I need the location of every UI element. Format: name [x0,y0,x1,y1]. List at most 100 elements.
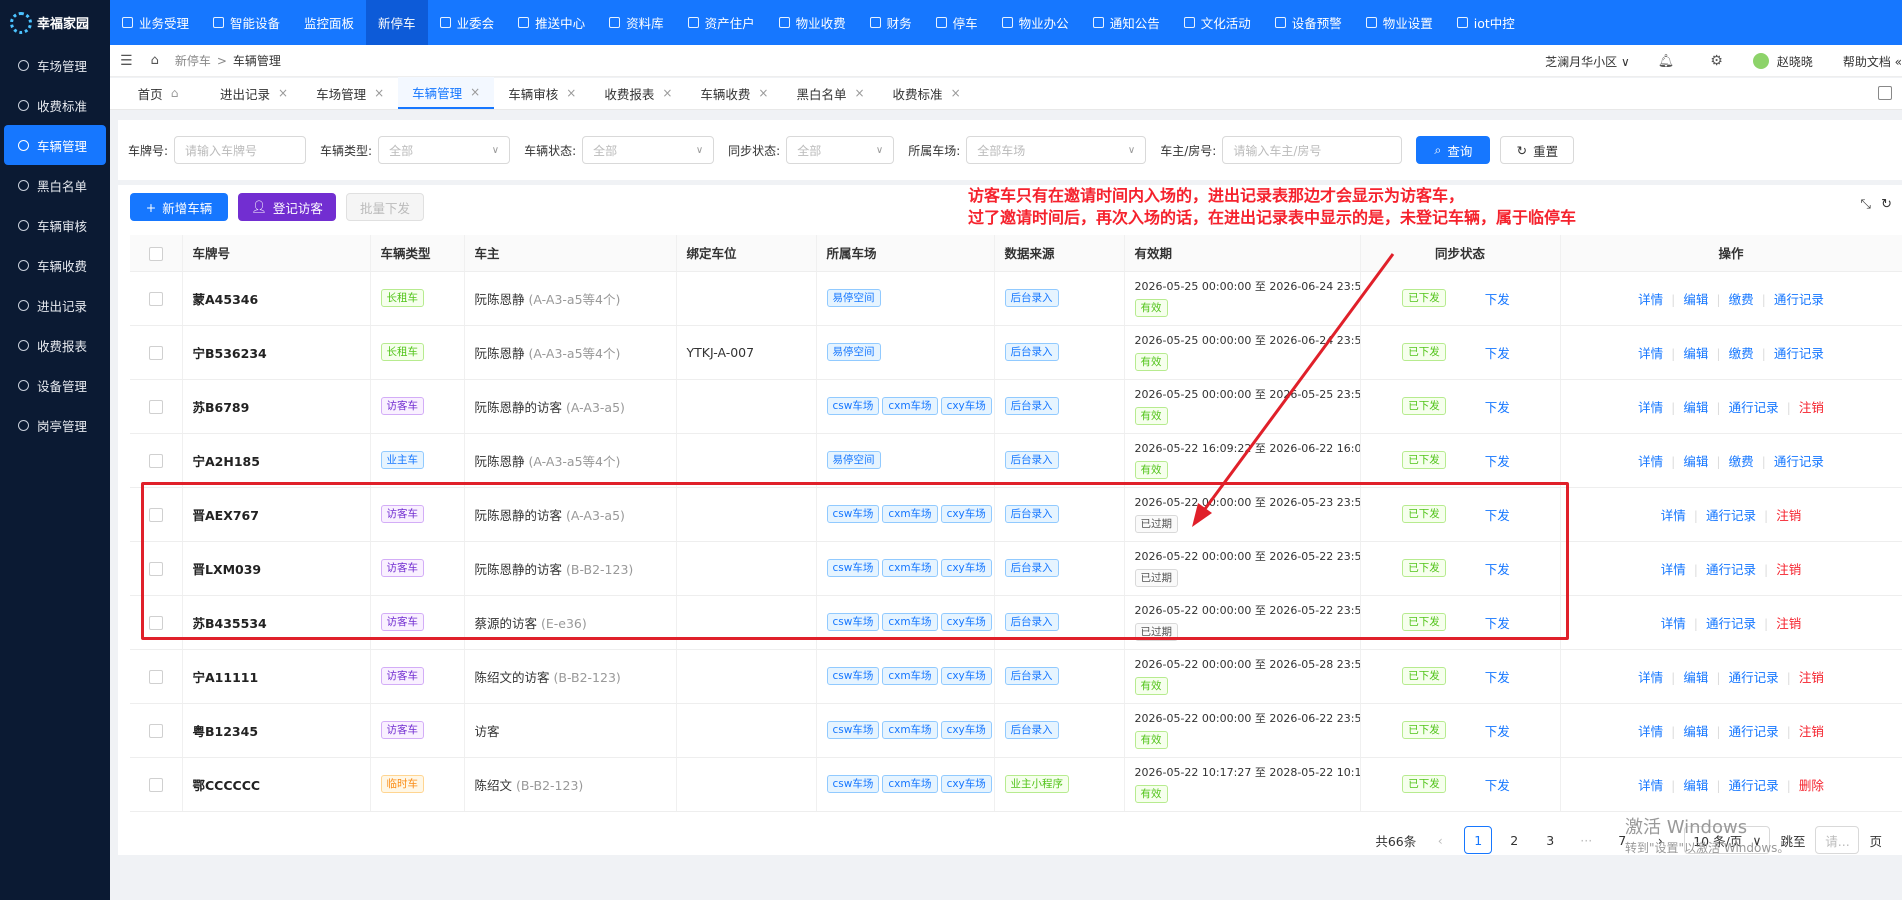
select-all-checkbox[interactable] [148,246,163,261]
top-nav-item[interactable]: 新停车 [366,0,428,45]
refresh-icon[interactable]: ↻ [1881,197,1892,212]
action-link[interactable]: 注销 [1776,616,1801,631]
close-icon[interactable]: × [662,86,672,100]
action-link[interactable]: 通行记录 [1706,562,1756,577]
top-nav-item[interactable]: 资料库 [597,0,676,45]
row-checkbox[interactable] [148,399,163,414]
grid-icon[interactable] [1878,86,1892,100]
action-link[interactable]: 详情 [1661,562,1686,577]
page-number[interactable]: ··· [1572,826,1600,854]
sidebar-item[interactable]: 车辆管理 [4,125,106,165]
menu-toggle-icon[interactable]: ☰ [120,53,133,69]
page-number[interactable]: 1 [1464,826,1493,854]
top-nav-item[interactable]: 推送中心 [506,0,597,45]
action-link[interactable]: 通行记录 [1729,778,1779,793]
top-nav-item[interactable]: 通知公告 [1081,0,1172,45]
batch-issue-button[interactable]: 批量下发 [346,193,424,221]
avatar[interactable] [1752,53,1769,69]
status-filter-select[interactable]: 全部 ∨ [582,136,715,164]
issue-link[interactable]: 下发 [1485,559,1510,578]
sidebar-item[interactable]: 收费报表 [0,325,110,365]
owner-filter-input[interactable]: 请输入车主/房号 [1222,136,1403,164]
row-checkbox[interactable] [148,669,163,684]
tab[interactable]: 首页 ⌂ [110,77,206,109]
sidebar-item[interactable]: 设备管理 [0,365,110,405]
top-nav-item[interactable]: 监控面板 [292,0,366,45]
row-checkbox[interactable] [148,615,163,630]
issue-link[interactable]: 下发 [1485,451,1510,470]
row-checkbox[interactable] [148,507,163,522]
reset-button[interactable]: ↻ 重置 [1500,136,1575,164]
row-checkbox[interactable] [148,777,163,792]
action-link[interactable]: 通行记录 [1774,346,1824,361]
action-link[interactable]: 详情 [1638,778,1663,793]
issue-link[interactable]: 下发 [1485,613,1510,632]
home-icon[interactable]: ⌂ [151,53,159,68]
top-nav-item[interactable]: 设备预警 [1263,0,1354,45]
action-link[interactable]: 详情 [1638,346,1663,361]
action-link[interactable]: 编辑 [1683,292,1708,307]
close-icon[interactable]: × [566,86,576,100]
tab[interactable]: 收费标准 × [879,77,975,109]
action-link[interactable]: 通行记录 [1729,400,1779,415]
action-link[interactable]: 注销 [1799,400,1824,415]
sidebar-item[interactable]: 车辆审核 [0,205,110,245]
action-link[interactable]: 详情 [1638,400,1663,415]
help-docs-link[interactable]: 帮助文档 « [1843,53,1902,70]
tab[interactable]: 车辆管理 × [398,77,495,109]
jump-input[interactable]: 请... [1815,826,1860,854]
sidebar-item[interactable]: 进出记录 [0,285,110,325]
action-link[interactable]: 编辑 [1683,778,1708,793]
issue-link[interactable]: 下发 [1485,289,1510,308]
page-number[interactable]: 2 [1500,826,1528,854]
action-link[interactable]: 编辑 [1683,670,1708,685]
page-number[interactable]: 3 [1536,826,1564,854]
tab[interactable]: 黑白名单 × [782,77,878,109]
fullscreen-icon[interactable]: ⤡ [1861,197,1871,212]
top-nav-item[interactable]: 资产住户 [676,0,767,45]
sync-filter-select[interactable]: 全部 ∨ [786,136,895,164]
app-logo[interactable]: 幸福家园 [0,0,110,45]
top-nav-item[interactable]: 业务受理 [110,0,201,45]
top-nav-item[interactable]: 物业办公 [990,0,1081,45]
bell-icon[interactable]: 🔔︎ [1658,54,1675,69]
row-checkbox[interactable] [148,345,163,360]
action-link[interactable]: 详情 [1638,454,1663,469]
action-link[interactable]: 详情 [1638,670,1663,685]
user-name[interactable]: 赵晓晓 [1777,53,1813,70]
row-checkbox[interactable] [148,453,163,468]
action-link[interactable]: 详情 [1661,616,1686,631]
issue-link[interactable]: 下发 [1485,397,1510,416]
top-nav-item[interactable]: 停车 [924,0,990,45]
breadcrumb-item[interactable]: 新停车 [175,54,211,68]
close-icon[interactable]: × [374,86,384,100]
action-link[interactable]: 通行记录 [1774,454,1824,469]
tab[interactable]: 车辆审核 × [494,77,590,109]
action-link[interactable]: 通行记录 [1729,724,1779,739]
plate-filter-input[interactable]: 请输入车牌号 [174,136,307,164]
row-checkbox[interactable] [148,723,163,738]
close-icon[interactable]: × [758,86,768,100]
action-link[interactable]: 注销 [1776,508,1801,523]
issue-link[interactable]: 下发 [1485,343,1510,362]
action-link[interactable]: 编辑 [1683,346,1708,361]
close-icon[interactable]: × [470,85,480,99]
issue-link[interactable]: 下发 [1485,667,1510,686]
close-icon[interactable]: × [951,86,961,100]
top-nav-item[interactable]: 物业收费 [767,0,858,45]
gear-icon[interactable]: ⚙ [1710,53,1723,69]
issue-link[interactable]: 下发 [1485,775,1510,794]
add-vehicle-button[interactable]: + 新增车辆 [130,193,228,221]
action-link[interactable]: 注销 [1799,670,1824,685]
issue-link[interactable]: 下发 [1485,505,1510,524]
top-nav-item[interactable]: 财务 [858,0,924,45]
row-checkbox[interactable] [148,291,163,306]
close-icon[interactable]: × [278,86,288,100]
sidebar-item[interactable]: 黑白名单 [0,165,110,205]
tab[interactable]: 进出记录 × [206,77,302,109]
register-visitor-button[interactable]: 👤︎ 登记访客 [238,193,336,221]
lot-filter-select[interactable]: 全部车场 ∨ [966,136,1147,164]
close-icon[interactable]: × [854,86,864,100]
action-link[interactable]: 通行记录 [1706,508,1756,523]
action-link[interactable]: 详情 [1638,724,1663,739]
